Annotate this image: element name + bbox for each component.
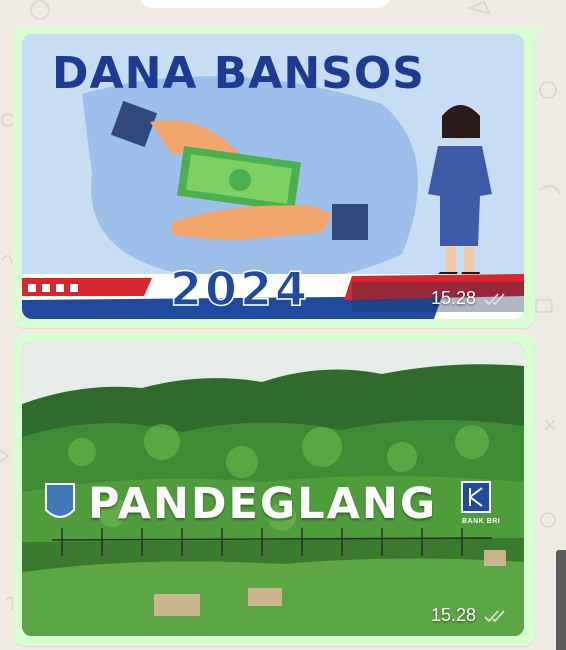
bank-logo-text: BANK BRI [462,518,501,525]
pandeglang-sign-text: PANDEGLANG [88,479,438,529]
image-year-text: 2024 [169,261,311,317]
message-time: 15.28 [430,288,476,308]
scrollbar-thumb[interactable] [556,550,566,650]
bubble-tail [533,26,545,38]
double-check-icon [484,292,505,305]
message-image-pandeglang[interactable]: PANDEGLANG BANK BRI 15.28 [22,342,524,636]
image-title-text: DANA BANSOS [52,48,425,99]
double-check-icon [484,609,505,622]
message-image-bansos[interactable]: DANA BANSOS 2024 15.28 [22,34,524,319]
message-meta: 15.28 [431,288,510,309]
message-time: 15.28 [430,605,476,625]
image-message-bubble[interactable]: PANDEGLANG BANK BRI 15.28 [13,334,535,646]
previous-message-bubble [140,0,390,8]
message-meta: 15.28 [431,605,510,626]
image-message-bubble[interactable]: DANA BANSOS 2024 15.28 [13,26,545,328]
